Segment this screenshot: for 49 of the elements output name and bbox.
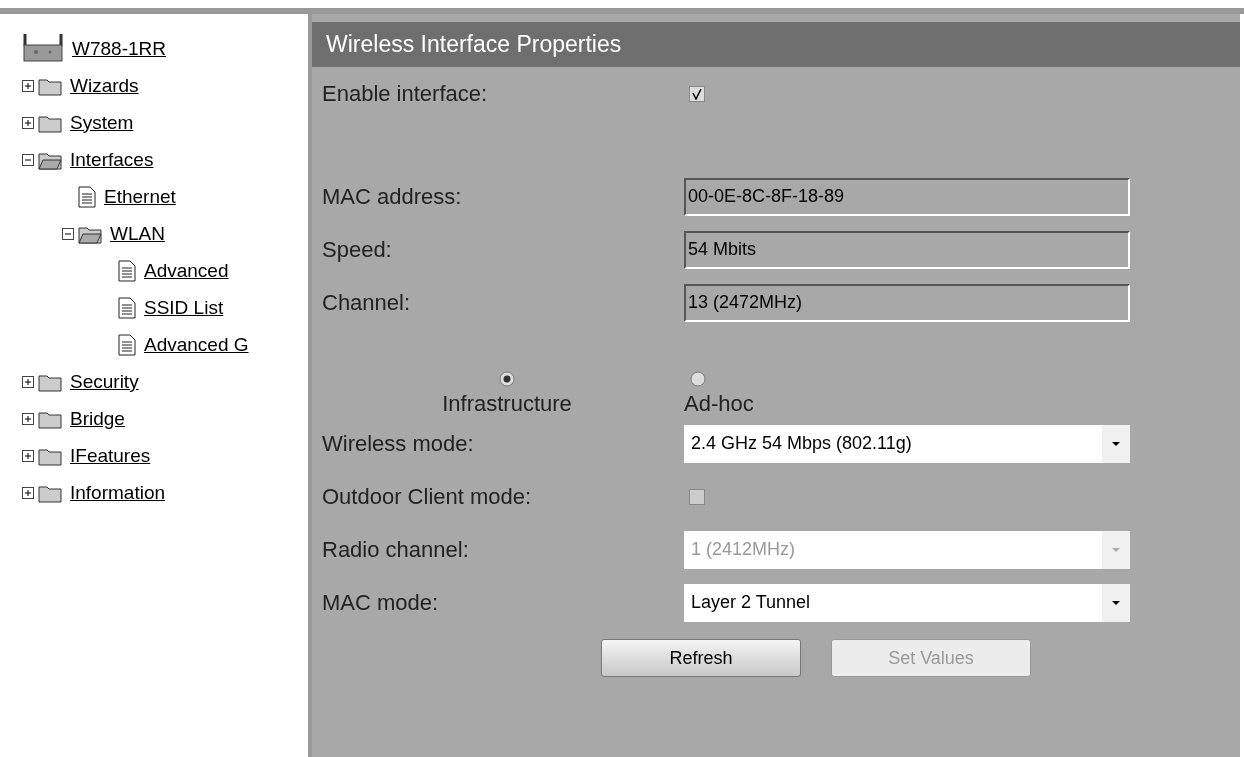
tree-link[interactable]: Wizards	[70, 74, 139, 97]
field-label: Outdoor Client mode:	[322, 483, 533, 510]
expand-icon[interactable]	[22, 449, 34, 462]
readonly-field: 54 Mbits	[684, 230, 1130, 269]
document-icon	[118, 259, 136, 282]
document-icon	[118, 333, 136, 356]
readonly-field: 00-0E-8C-8F-18-89	[684, 177, 1130, 216]
field-label: Speed:	[322, 236, 393, 263]
tree-link[interactable]: Ethernet	[104, 185, 176, 208]
tree-link[interactable]: IFeatures	[70, 444, 151, 467]
tree-link[interactable]: Interfaces	[70, 148, 154, 171]
tree-link[interactable]: Advanced G	[144, 333, 249, 356]
tree-link[interactable]: SSID List	[144, 296, 224, 319]
panel-title: Wireless Interface Properties	[312, 22, 1240, 67]
expand-icon[interactable]	[22, 79, 34, 92]
field-label: Radio channel:	[322, 536, 470, 563]
tree-link[interactable]: Information	[70, 481, 166, 504]
tree-link[interactable]: W788-1RR	[72, 37, 166, 60]
radio-label: Ad-hoc	[684, 391, 754, 417]
checkbox[interactable]	[689, 85, 705, 102]
expand-icon[interactable]	[22, 116, 34, 129]
tree-link[interactable]: Bridge	[70, 407, 125, 430]
radio-button[interactable]	[690, 371, 706, 387]
tree-link[interactable]: Advanced	[144, 259, 229, 282]
expand-icon[interactable]	[22, 486, 34, 499]
field-label: Wireless mode:	[322, 430, 475, 457]
radio-button[interactable]	[499, 371, 515, 387]
collapse-icon[interactable]	[22, 153, 34, 166]
tree-link[interactable]: System	[70, 111, 134, 134]
refresh-button[interactable]: Refresh	[601, 639, 801, 677]
router-icon	[22, 32, 64, 65]
dropdown[interactable]: Layer 2 Tunnel	[684, 583, 1130, 622]
dropdown[interactable]: 2.4 GHz 54 Mbps (802.11g)	[684, 424, 1130, 463]
field-label: Enable interface:	[322, 80, 489, 107]
caret-icon	[1111, 546, 1121, 553]
field-label: MAC address:	[322, 183, 463, 210]
field-label: Channel:	[322, 289, 412, 316]
caret-icon	[1111, 440, 1121, 447]
readonly-field: 13 (2472MHz)	[684, 283, 1130, 322]
caret-icon	[1111, 599, 1121, 606]
collapse-icon[interactable]	[62, 227, 74, 240]
tree-link[interactable]: WLAN	[110, 222, 165, 245]
field-label: MAC mode:	[322, 589, 440, 616]
expand-icon[interactable]	[22, 375, 34, 388]
document-icon	[78, 185, 96, 208]
document-icon	[118, 296, 136, 319]
tree-link[interactable]: Security	[70, 370, 139, 393]
radio-label: Infrastructure	[442, 391, 572, 417]
expand-icon[interactable]	[22, 412, 34, 425]
